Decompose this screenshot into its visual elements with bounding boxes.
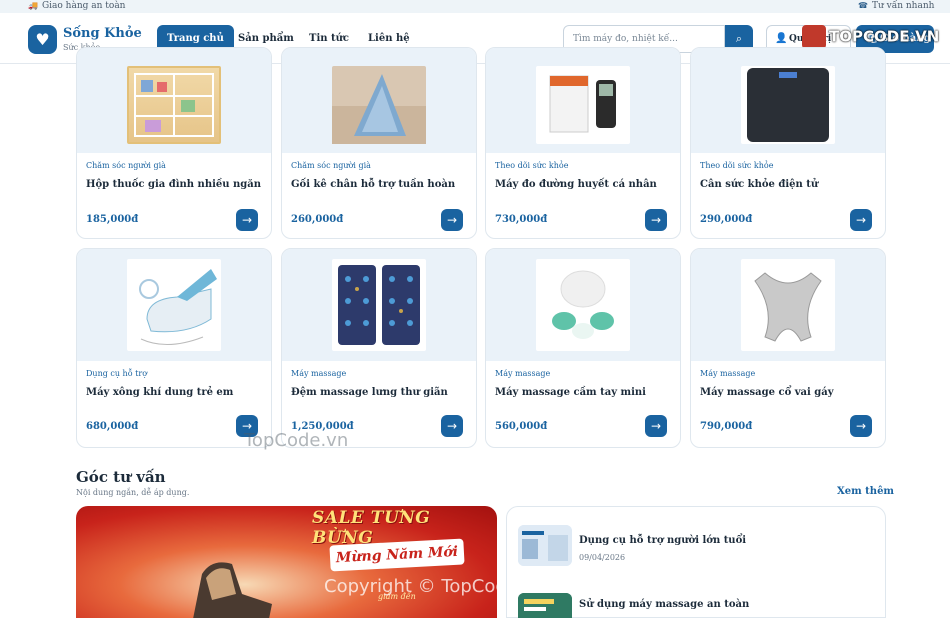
- truck-icon: 🚚: [28, 1, 38, 10]
- product-card[interactable]: Dụng cụ hỗ trợ Máy xông khí dung trẻ em …: [76, 248, 272, 448]
- arrow-right-icon[interactable]: →: [645, 415, 667, 437]
- product-category: Theo dõi sức khỏe: [495, 161, 569, 170]
- product-price: 185,000đ: [86, 214, 139, 225]
- product-category: Chăm sóc người già: [86, 161, 166, 170]
- advice-section-title: Góc tư vấn: [76, 468, 166, 486]
- product-card[interactable]: Chăm sóc người già Gối kê chân hỗ trợ tu…: [281, 47, 477, 239]
- product-image-handheld-massager[interactable]: [536, 259, 630, 351]
- product-price: 730,000đ: [495, 214, 548, 225]
- arrow-right-icon[interactable]: →: [236, 209, 258, 231]
- article-title[interactable]: Sử dụng máy massage an toàn: [579, 599, 749, 610]
- product-price: 260,000đ: [291, 214, 344, 225]
- product-card[interactable]: Theo dõi sức khỏe Máy đo đường huyết cá …: [485, 47, 681, 239]
- product-image-leg-pillow[interactable]: [332, 66, 426, 144]
- shipping-note-text: Giao hàng an toàn: [41, 1, 126, 11]
- product-category: Chăm sóc người già: [291, 161, 371, 170]
- arrow-right-icon[interactable]: →: [441, 209, 463, 231]
- product-image-massage-mat[interactable]: [332, 259, 426, 351]
- headset-icon: ☎: [858, 1, 868, 10]
- consult-note-text: Tư vấn nhanh: [871, 1, 935, 11]
- arrow-right-icon[interactable]: →: [850, 209, 872, 231]
- product-card[interactable]: Chăm sóc người già Hộp thuốc gia đình nh…: [76, 47, 272, 239]
- product-image-area: [486, 48, 680, 153]
- banner-ribbon: Mừng Năm Mới: [329, 538, 465, 572]
- product-name[interactable]: Đệm massage lưng thư giãn: [291, 387, 471, 398]
- product-name[interactable]: Máy massage cổ vai gáy: [700, 387, 880, 398]
- copyright-watermark: Copyright © TopCode.vn: [324, 576, 546, 597]
- list-item[interactable]: Sử dụng máy massage an toàn: [518, 593, 878, 618]
- product-image-neck-massager[interactable]: [741, 259, 835, 351]
- topcode-watermark: TopCode.vn: [244, 430, 349, 451]
- product-image-area: [486, 249, 680, 361]
- list-item[interactable]: Dụng cụ hỗ trợ người lớn tuổi 09/04/2026: [518, 525, 878, 567]
- product-name[interactable]: Máy đo đường huyết cá nhân: [495, 179, 675, 190]
- product-card[interactable]: Máy massage Máy massage cầm tay mini 560…: [485, 248, 681, 448]
- product-category: Dụng cụ hỗ trợ: [86, 369, 148, 378]
- product-name[interactable]: Gối kê chân hỗ trợ tuần hoàn: [291, 179, 471, 190]
- arrow-right-icon[interactable]: →: [441, 415, 463, 437]
- product-card[interactable]: Máy massage Máy massage cổ vai gáy 790,0…: [690, 248, 886, 448]
- article-date: 09/04/2026: [579, 553, 626, 562]
- promo-banner[interactable]: SALE TƯNG BỪNG Mừng Năm Mới giảm đến: [76, 506, 497, 618]
- product-image-nebulizer[interactable]: [127, 259, 221, 351]
- product-name[interactable]: Máy xông khí dung trẻ em: [86, 387, 266, 398]
- product-card[interactable]: Theo dõi sức khỏe Cân sức khỏe điện tử 2…: [690, 47, 886, 239]
- topcode-logo-text: TOPCODE.VN: [829, 27, 940, 46]
- product-name[interactable]: Máy massage cầm tay mini: [495, 387, 675, 398]
- product-category: Máy massage: [291, 369, 347, 378]
- product-price: 680,000đ: [86, 421, 139, 432]
- product-name[interactable]: Cân sức khỏe điện tử: [700, 179, 880, 190]
- product-image-scale[interactable]: [741, 66, 835, 144]
- search-icon: ⌕: [735, 32, 743, 45]
- product-price: 290,000đ: [700, 214, 753, 225]
- banner-ribbon-text: Mừng Năm Mới: [335, 543, 459, 567]
- product-image-medicine-box[interactable]: [127, 66, 221, 144]
- topcode-mark-icon: [802, 25, 826, 49]
- product-price: 560,000đ: [495, 421, 548, 432]
- shipping-note: 🚚 Giao hàng an toàn: [28, 0, 125, 12]
- article-thumbnail[interactable]: [518, 525, 572, 566]
- product-category: Theo dõi sức khỏe: [700, 161, 774, 170]
- consult-note[interactable]: ☎ Tư vấn nhanh: [858, 0, 934, 12]
- advice-section-subtitle: Nội dung ngắn, dễ áp dụng.: [76, 488, 190, 497]
- see-more-link[interactable]: Xem thêm: [837, 486, 894, 497]
- product-image-area: [282, 48, 476, 153]
- product-image-area: [77, 48, 271, 153]
- arrow-right-icon[interactable]: →: [645, 209, 667, 231]
- massage-chair-image: [193, 562, 272, 618]
- heart-logo-icon[interactable]: ♥: [28, 25, 57, 54]
- product-image-area: [77, 249, 271, 361]
- product-card[interactable]: Máy massage Đệm massage lưng thư giãn 1,…: [281, 248, 477, 448]
- product-image-area: [691, 48, 885, 153]
- product-image-area: [691, 249, 885, 361]
- brand-name[interactable]: Sống Khỏe: [63, 26, 142, 41]
- advice-article-list: Dụng cụ hỗ trợ người lớn tuổi 09/04/2026…: [506, 506, 886, 618]
- product-image-glucose-meter[interactable]: [536, 66, 630, 144]
- product-category: Máy massage: [495, 369, 551, 378]
- arrow-right-icon[interactable]: →: [850, 415, 872, 437]
- top-info-bar: 🚚 Giao hàng an toàn ☎ Tư vấn nhanh: [0, 0, 950, 13]
- product-category: Máy massage: [700, 369, 756, 378]
- product-price: 790,000đ: [700, 421, 753, 432]
- article-title[interactable]: Dụng cụ hỗ trợ người lớn tuổi: [579, 535, 746, 546]
- product-image-area: [282, 249, 476, 361]
- product-name[interactable]: Hộp thuốc gia đình nhiều ngăn: [86, 179, 266, 190]
